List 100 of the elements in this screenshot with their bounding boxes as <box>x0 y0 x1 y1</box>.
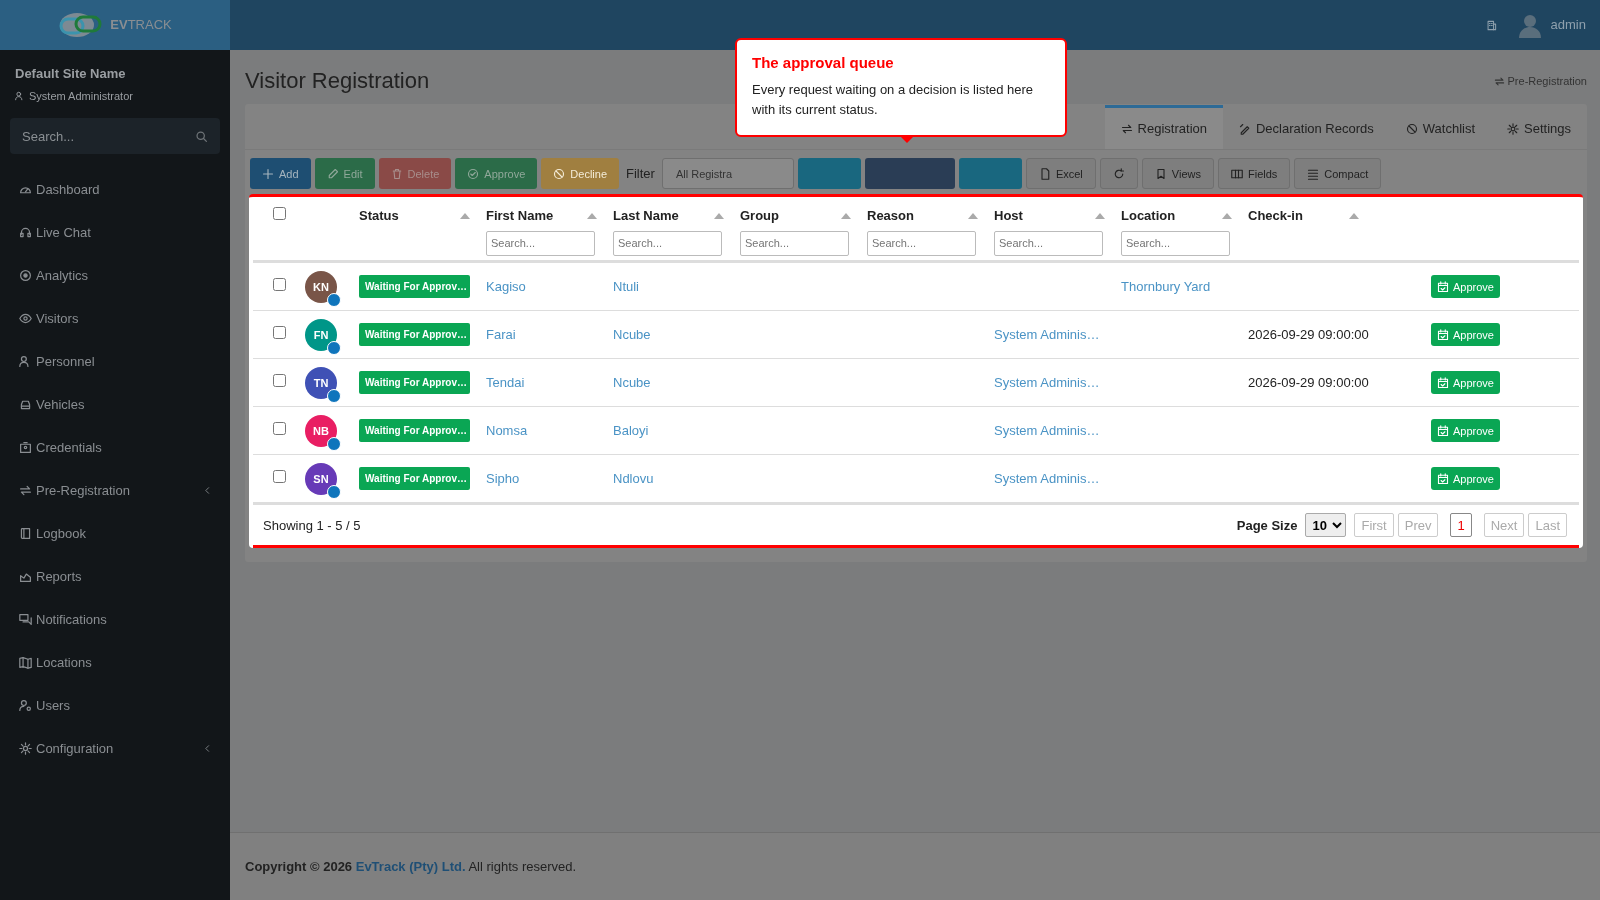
approve-button[interactable]: Approve <box>1431 323 1500 347</box>
excel-button[interactable]: Excel <box>1025 158 1096 190</box>
column-header[interactable]: Group <box>740 206 779 226</box>
table-link[interactable]: Ncube <box>613 327 651 343</box>
row-checkbox[interactable] <box>273 470 286 484</box>
column-header[interactable]: Reason <box>867 206 914 226</box>
table-link[interactable]: System Adminis… <box>994 423 1100 439</box>
status-badge: Waiting For Approv… <box>359 275 470 299</box>
tab[interactable]: Settings <box>1491 105 1587 150</box>
approve-button[interactable]: Approve <box>455 158 538 190</box>
arrows-icon <box>1120 122 1133 135</box>
column-header[interactable]: Status <box>359 206 399 226</box>
filter-label: Filter <box>626 165 655 184</box>
search-field[interactable]: Search... <box>994 230 1103 256</box>
user-icon <box>15 90 25 101</box>
tab[interactable]: Registration <box>1104 105 1223 150</box>
sidebar-item[interactable]: Reports <box>0 555 230 598</box>
tab[interactable]: Declaration Records <box>1223 105 1390 150</box>
sidebar-item[interactable]: Locations <box>0 641 230 684</box>
user-name[interactable]: admin <box>1550 15 1586 35</box>
sidebar-item[interactable]: Analytics <box>0 254 230 297</box>
search-field[interactable]: Search... <box>10 118 220 154</box>
table-cell: 2026-09-29 09:00:00 <box>1248 327 1369 343</box>
building-icon <box>1485 18 1497 32</box>
toolbar-button[interactable] <box>864 158 955 190</box>
sidebar-item[interactable]: Configuration <box>0 727 230 770</box>
approve-button[interactable]: Approve <box>1431 467 1500 491</box>
sidebar-item[interactable]: Pre-Registration <box>0 469 230 512</box>
eye-icon <box>19 312 32 325</box>
table-link[interactable]: System Adminis… <box>994 327 1100 343</box>
sidebar-item[interactable]: Personnel <box>0 340 230 383</box>
table-link[interactable]: Nomsa <box>486 423 528 439</box>
approve-button[interactable]: Approve <box>1431 419 1500 443</box>
row-checkbox[interactable] <box>273 374 286 388</box>
column-header[interactable]: Last Name <box>613 206 679 226</box>
sidebar-item[interactable]: Logbook <box>0 512 230 555</box>
compact-button[interactable]: Compact <box>1294 158 1382 190</box>
table-link[interactable]: System Adminis… <box>994 471 1100 487</box>
sort-icon[interactable] <box>460 213 470 220</box>
sort-icon[interactable] <box>714 213 724 220</box>
search-field[interactable]: Search... <box>613 230 722 256</box>
sidebar-item[interactable]: Dashboard <box>0 168 230 211</box>
refresh-button[interactable] <box>1099 158 1138 190</box>
decline-button[interactable]: Decline <box>541 158 619 190</box>
sidebar-item[interactable]: Credentials <box>0 426 230 469</box>
target-icon <box>19 269 32 282</box>
sidebar-item[interactable]: Live Chat <box>0 211 230 254</box>
delete-button[interactable]: Delete <box>378 158 452 190</box>
sidebar-item[interactable]: Users <box>0 684 230 727</box>
sidebar-item[interactable]: Vehicles <box>0 383 230 426</box>
approve-button[interactable]: Approve <box>1431 371 1500 395</box>
table-link[interactable]: Kagiso <box>486 279 526 295</box>
row-checkbox[interactable] <box>273 278 286 292</box>
approve-button[interactable]: Approve <box>1431 275 1500 299</box>
sort-icon[interactable] <box>968 213 978 220</box>
add-button[interactable]: Add <box>250 158 311 190</box>
table-link[interactable]: Sipho <box>486 471 520 487</box>
search-field[interactable]: Search... <box>1121 230 1230 256</box>
sidebar-item[interactable]: Visitors <box>0 297 230 340</box>
views-button[interactable]: Views <box>1141 158 1214 190</box>
table-link[interactable]: Farai <box>486 327 516 343</box>
sort-icon[interactable] <box>1222 213 1232 220</box>
page-button[interactable]: 1 <box>1450 513 1472 538</box>
user-role: System Administrator <box>29 88 133 104</box>
book-icon <box>19 527 32 540</box>
table-link[interactable]: Ntuli <box>613 279 639 295</box>
search-field[interactable]: Search... <box>867 230 976 256</box>
table-link[interactable]: Baloyi <box>613 423 649 439</box>
column-header[interactable]: First Name <box>486 206 554 226</box>
sort-icon[interactable] <box>841 213 851 220</box>
table-link[interactable]: Ncube <box>613 375 651 391</box>
toolbar-button[interactable] <box>958 158 1022 190</box>
tab[interactable]: Watchlist <box>1389 105 1491 150</box>
fields-button[interactable]: Fields <box>1217 158 1291 190</box>
table-link[interactable]: Thornbury Yard <box>1121 279 1211 295</box>
table-link[interactable]: System Adminis… <box>994 375 1100 391</box>
search-field[interactable]: Search... <box>740 230 849 256</box>
table-link[interactable]: Ndlovu <box>613 471 654 487</box>
column-header[interactable]: Host <box>994 206 1023 226</box>
sort-icon[interactable] <box>587 213 597 220</box>
pre-registration-link[interactable]: Pre-Registration <box>1493 72 1587 90</box>
calendar-check-icon <box>1437 376 1449 389</box>
search-field[interactable]: Search... <box>486 230 595 256</box>
sort-icon[interactable] <box>1095 213 1105 220</box>
company-link[interactable]: EvTrack (Pty) Ltd. <box>355 858 466 874</box>
sort-icon[interactable] <box>1349 213 1359 220</box>
sidebar-item[interactable]: Notifications <box>0 598 230 641</box>
chat-icon <box>19 613 32 626</box>
columns-icon <box>1230 167 1243 180</box>
column-header[interactable]: Location <box>1121 206 1176 226</box>
pencil-icon <box>326 167 339 180</box>
column-header[interactable]: Check-in <box>1248 206 1303 226</box>
row-checkbox[interactable] <box>273 422 286 436</box>
filter-select[interactable]: All Registra <box>661 158 794 190</box>
select-all-checkbox[interactable] <box>273 207 286 221</box>
page-size-select[interactable]: 10 <box>1305 513 1347 538</box>
row-checkbox[interactable] <box>273 326 286 340</box>
edit-button[interactable]: Edit <box>314 158 375 190</box>
toolbar-button[interactable] <box>797 158 861 190</box>
table-link[interactable]: Tendai <box>486 375 525 391</box>
